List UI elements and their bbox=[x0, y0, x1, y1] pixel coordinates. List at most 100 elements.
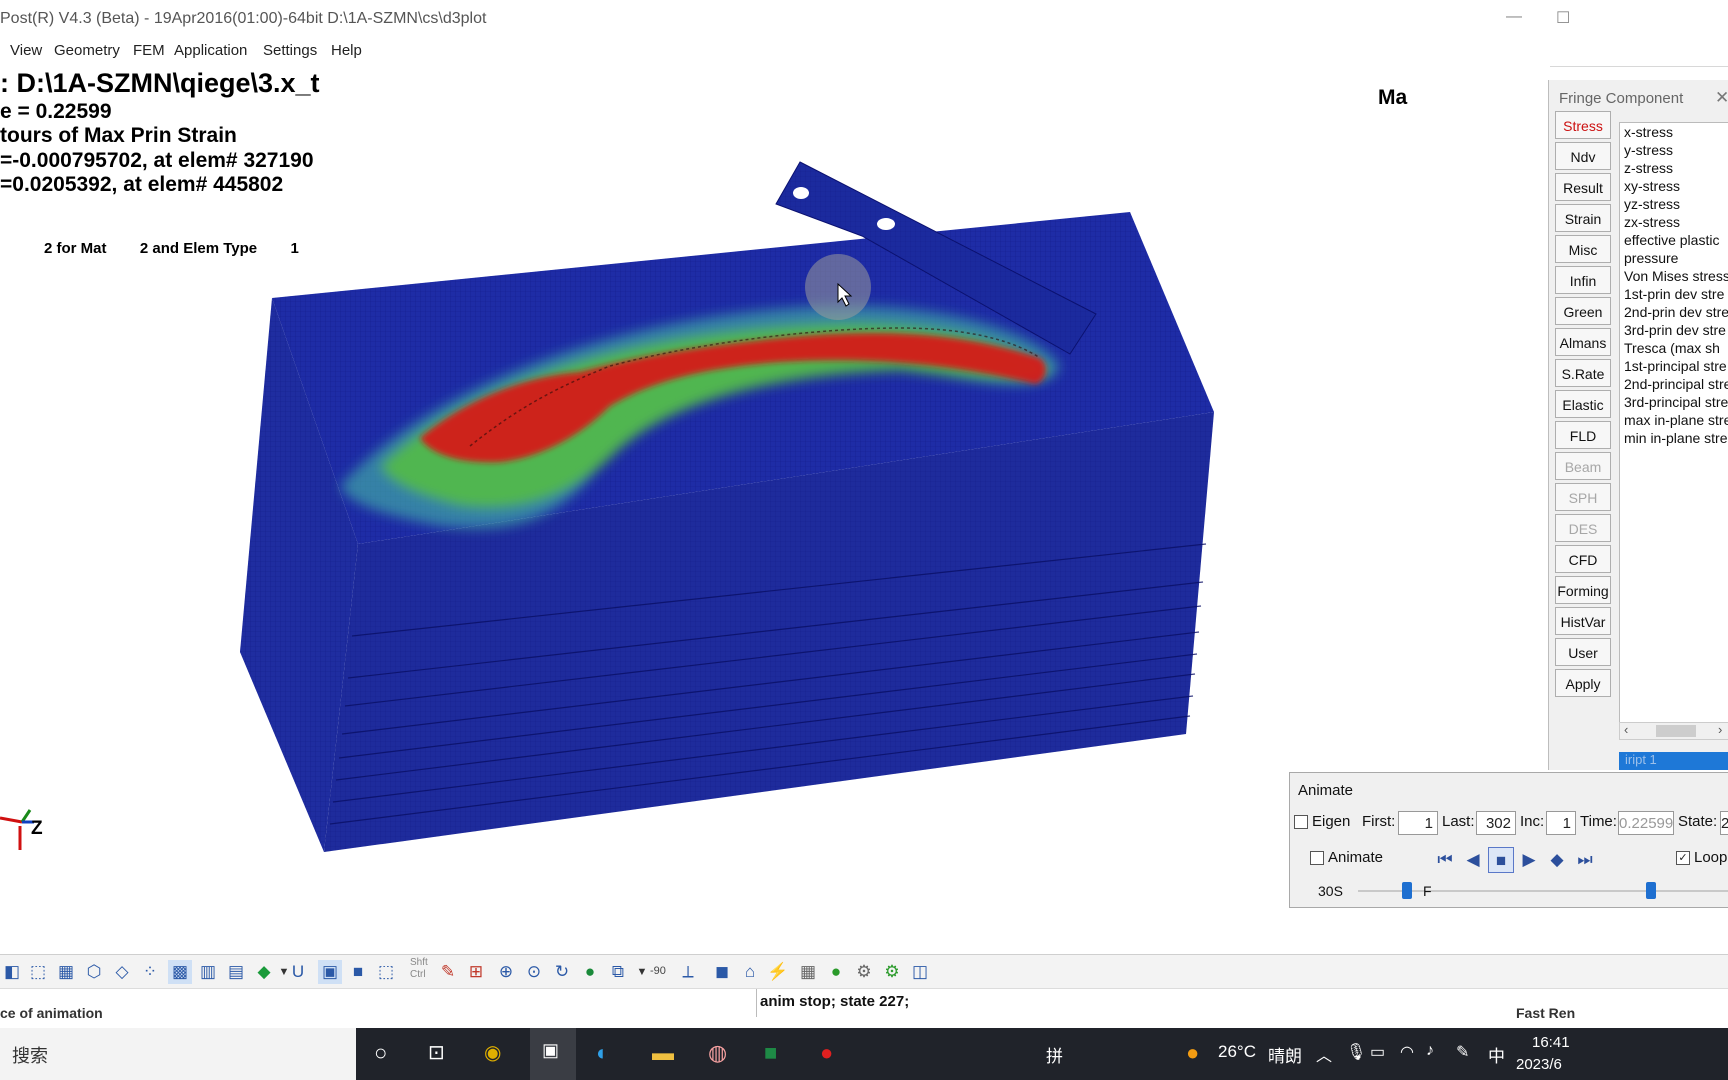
home-icon[interactable]: ⌂ bbox=[738, 960, 762, 984]
minimize-button[interactable]: — bbox=[1506, 8, 1522, 26]
light-icon[interactable]: ⚡ bbox=[766, 960, 790, 984]
menu-view[interactable]: View bbox=[10, 42, 42, 59]
menu-help[interactable]: Help bbox=[331, 42, 362, 59]
tray-chevron-icon[interactable]: ︿ bbox=[1316, 1042, 1332, 1066]
animate-checkbox[interactable] bbox=[1310, 851, 1324, 865]
selected-integration-point[interactable]: iript 1 bbox=[1619, 752, 1728, 770]
zoom-in-icon[interactable]: ⊕ bbox=[494, 960, 518, 984]
settings-gears-icon[interactable]: ⚙ bbox=[880, 960, 904, 984]
edge-browser-icon[interactable]: ◐ bbox=[596, 1040, 609, 1066]
graph-icon[interactable]: ◫ bbox=[908, 960, 932, 984]
play-both-icon[interactable]: ◆ bbox=[1544, 847, 1570, 873]
loop-checkbox[interactable]: ✓ bbox=[1676, 851, 1690, 865]
cortana-icon[interactable]: ○ bbox=[374, 1040, 387, 1066]
speed-slider-thumb[interactable] bbox=[1402, 882, 1412, 899]
hidden-line-cube-icon[interactable]: ◇ bbox=[110, 960, 134, 984]
fringe-button-des[interactable]: DES bbox=[1555, 514, 1611, 542]
fringe-button-user[interactable]: User bbox=[1555, 638, 1611, 666]
last-frame-input[interactable]: 302 bbox=[1476, 811, 1516, 835]
checker-icon[interactable]: ▦ bbox=[796, 960, 820, 984]
taskbar-search-box[interactable]: 搜索 bbox=[0, 1028, 356, 1080]
increment-input[interactable]: 1 bbox=[1546, 811, 1576, 835]
solid-box-icon[interactable]: ▣ bbox=[318, 960, 342, 984]
list-item[interactable]: Von Mises stress bbox=[1620, 267, 1728, 285]
weather-description[interactable]: 晴朗 bbox=[1268, 1042, 1302, 1067]
first-frame-input[interactable]: 1 bbox=[1398, 811, 1438, 835]
ultraedit-app-icon[interactable]: ◉ bbox=[484, 1040, 501, 1065]
view-box-icon[interactable]: ⧉ bbox=[606, 960, 630, 984]
view-cube-icon[interactable]: ◧ bbox=[0, 960, 24, 984]
list-item[interactable]: 1st-principal stre bbox=[1620, 357, 1728, 375]
list-item[interactable]: 2nd-principal stre bbox=[1620, 375, 1728, 393]
list-item[interactable]: effective plastic bbox=[1620, 231, 1728, 249]
list-item[interactable]: Tresca (max sh bbox=[1620, 339, 1728, 357]
fringe-button-fld[interactable]: FLD bbox=[1555, 421, 1611, 449]
play-icon[interactable]: ▶ bbox=[1516, 847, 1542, 873]
shaded-cube-icon[interactable]: ⬚ bbox=[26, 960, 50, 984]
rotate-angle-label[interactable]: -90 bbox=[650, 965, 666, 977]
lspp-app-icon[interactable]: ▣ bbox=[542, 1040, 559, 1061]
menu-fem[interactable]: FEM bbox=[133, 42, 165, 59]
record-app-icon[interactable]: ● bbox=[820, 1040, 833, 1066]
list-item[interactable]: 3rd-principal stre bbox=[1620, 393, 1728, 411]
list-item[interactable]: x-stress bbox=[1620, 123, 1728, 141]
list-item[interactable]: pressure bbox=[1620, 249, 1728, 267]
sphere-icon[interactable]: ● bbox=[824, 960, 848, 984]
list-item[interactable]: 3rd-prin dev stre bbox=[1620, 321, 1728, 339]
step-back-icon[interactable]: ◀ bbox=[1460, 847, 1486, 873]
edge-cube-icon[interactable]: ▥ bbox=[196, 960, 220, 984]
lspp-app-active[interactable]: ▣ bbox=[530, 1028, 576, 1080]
list-item[interactable]: min in-plane stre bbox=[1620, 429, 1728, 447]
frame-slider-track[interactable] bbox=[1438, 890, 1728, 892]
list-item[interactable]: xy-stress bbox=[1620, 177, 1728, 195]
last-frame-icon[interactable]: ⏭ bbox=[1572, 847, 1598, 873]
excel-app-icon[interactable]: ■ bbox=[764, 1040, 777, 1066]
state-input[interactable]: 2 bbox=[1720, 811, 1728, 835]
pen-icon[interactable]: ✎ bbox=[1456, 1042, 1469, 1062]
zoom-window-icon[interactable]: ⊞ bbox=[464, 960, 488, 984]
ime-indicator[interactable]: 拼 bbox=[1046, 1042, 1063, 1067]
list-item[interactable]: y-stress bbox=[1620, 141, 1728, 159]
fringe-button-histvar[interactable]: HistVar bbox=[1555, 607, 1611, 635]
dotted-cube-icon[interactable]: ⁘ bbox=[138, 960, 162, 984]
list-item[interactable]: 1st-prin dev stre bbox=[1620, 285, 1728, 303]
close-icon[interactable]: ✕ bbox=[1715, 88, 1728, 108]
microphone-icon[interactable]: 🎙 bbox=[1346, 1042, 1366, 1062]
scrollbar-thumb[interactable] bbox=[1656, 725, 1696, 737]
fringe-button-misc[interactable]: Misc bbox=[1555, 235, 1611, 263]
eigen-checkbox[interactable] bbox=[1294, 815, 1308, 829]
scroll-left-icon[interactable]: ‹ bbox=[1624, 722, 1628, 737]
fringe-button-strain[interactable]: Strain bbox=[1555, 204, 1611, 232]
pick-icon[interactable]: ✎ bbox=[436, 960, 460, 984]
axis-triad-icon[interactable]: ⟂ bbox=[676, 960, 700, 984]
task-view-icon[interactable]: ⊡ bbox=[428, 1040, 445, 1065]
wire-cube-icon[interactable]: ⬡ bbox=[82, 960, 106, 984]
fringe-button-srate[interactable]: S.Rate bbox=[1555, 359, 1611, 387]
mesh-cube-icon[interactable]: ▦ bbox=[54, 960, 78, 984]
fringe-button-stress[interactable]: Stress bbox=[1555, 111, 1611, 139]
unit-icon[interactable]: U bbox=[286, 960, 310, 984]
menu-settings[interactable]: Settings bbox=[263, 42, 317, 59]
clock-date[interactable]: 2023/6 bbox=[1516, 1056, 1562, 1073]
list-item[interactable]: zx-stress bbox=[1620, 213, 1728, 231]
list-item[interactable]: yz-stress bbox=[1620, 195, 1728, 213]
fringe-button-ndv[interactable]: Ndv bbox=[1555, 142, 1611, 170]
list-item[interactable]: z-stress bbox=[1620, 159, 1728, 177]
gears-icon[interactable]: ⚙ bbox=[852, 960, 876, 984]
apply-button[interactable]: Apply bbox=[1555, 669, 1611, 697]
fringe-button-beam[interactable]: Beam bbox=[1555, 452, 1611, 480]
language-indicator[interactable]: 中 bbox=[1488, 1042, 1505, 1067]
first-frame-icon[interactable]: ⏮ bbox=[1432, 847, 1458, 873]
photo-app-icon[interactable]: ◍ bbox=[708, 1040, 727, 1066]
scroll-right-icon[interactable]: › bbox=[1718, 722, 1722, 737]
globe-icon[interactable]: ● bbox=[578, 960, 602, 984]
fringe-button-green[interactable]: Green bbox=[1555, 297, 1611, 325]
fringe-button-result[interactable]: Result bbox=[1555, 173, 1611, 201]
maximize-button[interactable]: ☐ bbox=[1556, 8, 1570, 28]
file-explorer-icon[interactable]: ▬ bbox=[652, 1040, 674, 1066]
time-input[interactable]: 0.22599 bbox=[1618, 811, 1674, 835]
fringe-button-cfd[interactable]: CFD bbox=[1555, 545, 1611, 573]
wifi-icon[interactable]: ◠ bbox=[1400, 1042, 1414, 1062]
menu-geometry[interactable]: Geometry bbox=[54, 42, 120, 59]
fringe-button-elastic[interactable]: Elastic bbox=[1555, 390, 1611, 418]
